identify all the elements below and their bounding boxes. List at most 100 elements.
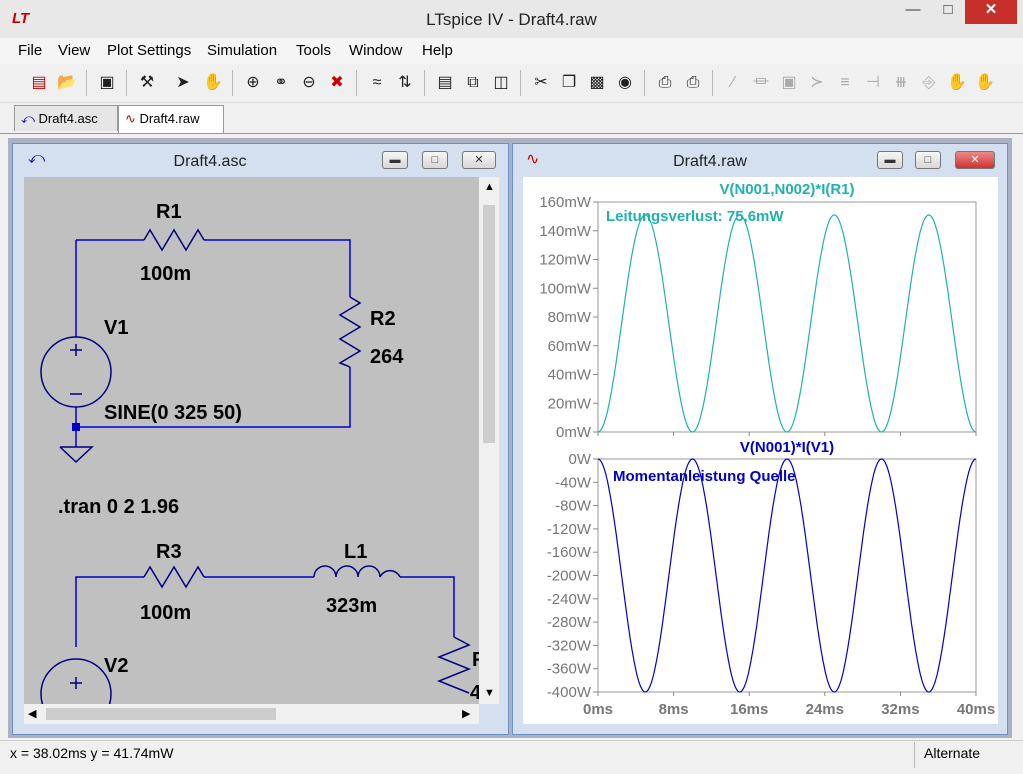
pan-icon[interactable]: ✋ bbox=[202, 72, 224, 94]
component-icon[interactable]: ⎆ bbox=[918, 72, 940, 94]
wire-icon[interactable]: ∕ bbox=[722, 72, 744, 94]
zoom-back-icon[interactable]: ⊖ bbox=[298, 72, 320, 94]
minimize-icon[interactable]: ▬ bbox=[877, 151, 903, 169]
tile-vertical-icon[interactable]: ◫ bbox=[490, 72, 512, 94]
close-icon[interactable]: ✕ bbox=[965, 0, 1017, 24]
menu-help[interactable]: Help bbox=[422, 42, 453, 59]
tab-draft4-asc[interactable]: ⤺ Draft4.asc bbox=[14, 105, 118, 131]
menu-window[interactable]: Window bbox=[349, 42, 402, 59]
r3-value: 100m bbox=[140, 602, 191, 624]
scrollbar-thumb[interactable] bbox=[483, 205, 495, 443]
plot-pane-frame bbox=[597, 458, 977, 693]
tile-horizontal-icon[interactable]: ▤ bbox=[434, 72, 456, 94]
new-schematic-icon[interactable]: ▤ bbox=[28, 72, 50, 94]
schematic-icon: ⤺ bbox=[21, 111, 35, 126]
scroll-down-icon[interactable]: ▼ bbox=[484, 687, 495, 699]
minimize-icon[interactable]: — bbox=[893, 0, 933, 22]
plot-mode: Alternate bbox=[924, 745, 981, 761]
r3-name: R3 bbox=[156, 541, 182, 563]
zoom-out-icon[interactable]: ⚭ bbox=[270, 72, 292, 94]
y-tick-label: 80mW bbox=[548, 309, 592, 326]
plot-window-title: Draft4.raw bbox=[673, 153, 747, 170]
schematic-canvas[interactable]: R1 100m R2 264 V1 SINE(0 325 50) .tran 0… bbox=[24, 177, 479, 704]
open-icon[interactable]: 📂 bbox=[56, 72, 78, 94]
y-tick-label: 160mW bbox=[539, 194, 592, 211]
y-tick-label: -280W bbox=[547, 614, 592, 631]
zoom-fit-icon[interactable]: ✖ bbox=[326, 72, 348, 94]
plot-annotation[interactable]: Momentanleistung Quelle bbox=[613, 468, 796, 485]
junction-node bbox=[72, 423, 80, 431]
r2-value: 264 bbox=[370, 346, 404, 368]
x-tick-label: 0ms bbox=[583, 701, 613, 718]
y-tick-label: -320W bbox=[547, 637, 592, 654]
minimize-icon[interactable]: ▬ bbox=[382, 151, 408, 169]
trace-label[interactable]: V(N001,N002)*I(R1) bbox=[719, 181, 854, 198]
cut-icon[interactable]: ✂ bbox=[530, 72, 552, 94]
maximize-icon[interactable]: □ bbox=[422, 151, 448, 169]
trace-label[interactable]: V(N001)*I(V1) bbox=[740, 439, 834, 456]
scroll-left-icon[interactable]: ◀ bbox=[28, 707, 36, 720]
wire bbox=[204, 239, 351, 297]
run-icon[interactable]: ➤ bbox=[172, 72, 194, 94]
y-tick-label: -200W bbox=[547, 568, 592, 585]
move-icon[interactable]: ✋ bbox=[946, 72, 968, 94]
menu-file[interactable]: File bbox=[18, 42, 42, 59]
toolbar-separator bbox=[712, 70, 713, 96]
v2-name: V2 bbox=[104, 655, 128, 677]
wire bbox=[75, 576, 144, 647]
y-tick-label: 140mW bbox=[539, 223, 592, 240]
label-icon[interactable]: ▣ bbox=[778, 72, 800, 94]
r2-resistor-icon bbox=[338, 296, 362, 368]
menu-view[interactable]: View bbox=[58, 42, 90, 59]
scrollbar-thumb[interactable] bbox=[46, 708, 276, 720]
menu-tools[interactable]: Tools bbox=[296, 42, 331, 59]
ground-icon[interactable]: ⏛ bbox=[750, 72, 772, 94]
horizontal-scrollbar[interactable]: ◀ ▶ bbox=[24, 704, 479, 724]
resistor-icon[interactable]: ≻ bbox=[806, 72, 828, 94]
y-tick-label: 0mW bbox=[556, 424, 592, 441]
capacitor-icon[interactable]: ≡ bbox=[834, 72, 856, 94]
scroll-right-icon[interactable]: ▶ bbox=[462, 707, 470, 720]
r4-resistor-icon bbox=[436, 636, 472, 694]
inductor-icon[interactable]: ⊣ bbox=[862, 72, 884, 94]
plot-annotation[interactable]: Leitungsverlust: 75,6mW bbox=[606, 208, 784, 225]
r1-resistor-icon bbox=[143, 228, 205, 252]
autorange-icon[interactable]: ≈ bbox=[366, 72, 388, 94]
drag-icon[interactable]: ✋ bbox=[974, 72, 996, 94]
save-icon[interactable]: ▣ bbox=[96, 72, 118, 94]
wire bbox=[400, 576, 455, 637]
find-icon[interactable]: ◉ bbox=[614, 72, 636, 94]
cascade-icon[interactable]: ⧉ bbox=[462, 72, 484, 94]
menu-plot-settings[interactable]: Plot Settings bbox=[107, 42, 191, 59]
print-preview-icon[interactable]: ⎙ bbox=[654, 72, 676, 94]
control-panel-icon[interactable]: ⚒ bbox=[136, 72, 158, 94]
tab-label: Draft4.asc bbox=[38, 111, 98, 126]
y-tick-label: 20mW bbox=[548, 395, 592, 412]
toolbar-separator bbox=[356, 70, 357, 96]
r1-name: R1 bbox=[156, 201, 182, 223]
diode-icon[interactable]: ⧻ bbox=[890, 72, 912, 94]
maximize-icon[interactable]: □ bbox=[933, 0, 963, 22]
close-icon[interactable]: ✕ bbox=[462, 151, 496, 169]
add-trace-icon[interactable]: ⇅ bbox=[394, 72, 416, 94]
ground-icon bbox=[59, 446, 94, 464]
l1-value: 323m bbox=[326, 595, 377, 617]
y-tick-label: -40W bbox=[555, 474, 592, 491]
r4-value: 4 bbox=[470, 682, 479, 704]
paste-icon[interactable]: ▩ bbox=[586, 72, 608, 94]
vertical-scrollbar[interactable]: ▲ ▼ bbox=[479, 177, 499, 704]
print-icon[interactable]: ⎙ bbox=[682, 72, 704, 94]
waveform-plot[interactable]: 160mW 140mW 120mW 100mW 80mW 60mW 40mW 20mW 0mW V… bbox=[523, 177, 998, 724]
zoom-in-icon[interactable]: ⊕ bbox=[242, 72, 264, 94]
tab-draft4-raw[interactable]: ∿ Draft4.raw bbox=[118, 105, 224, 133]
y-tick-label: -240W bbox=[547, 591, 592, 608]
scroll-up-icon[interactable]: ▲ bbox=[484, 181, 495, 193]
close-icon[interactable]: ✕ bbox=[955, 151, 995, 169]
toolbar-separator bbox=[232, 70, 233, 96]
toolbar-separator bbox=[520, 70, 521, 96]
maximize-icon[interactable]: □ bbox=[915, 151, 941, 169]
spice-directive: .tran 0 2 1.96 bbox=[58, 496, 179, 518]
x-tick-label: 8ms bbox=[659, 701, 689, 718]
copy-icon[interactable]: ❐ bbox=[558, 72, 580, 94]
menu-simulation[interactable]: Simulation bbox=[207, 42, 277, 59]
